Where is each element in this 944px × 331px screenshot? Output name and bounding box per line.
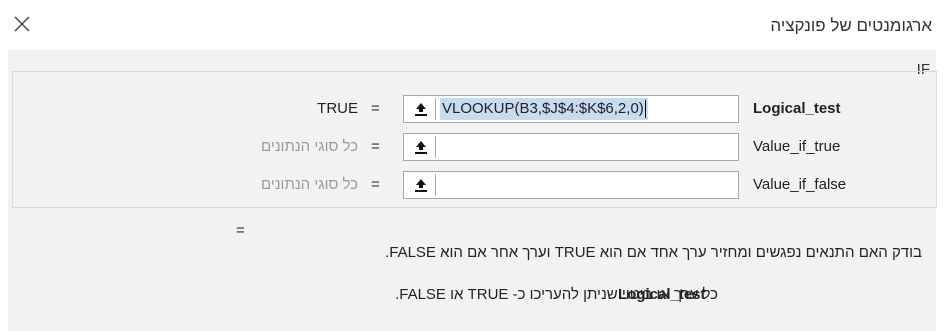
collapse-dialog-icon bbox=[414, 103, 427, 116]
argument-result: כל סוגי הנתונים bbox=[260, 138, 358, 155]
value-if-true-field[interactable] bbox=[403, 133, 739, 161]
equals-sign: = bbox=[371, 100, 380, 117]
argument-row-value-if-true: כל סוגי הנתונים = Value_if_true bbox=[13, 133, 938, 163]
logical-test-value: VLOOKUP(B3,$J$4:$K$6,2,0) bbox=[442, 100, 644, 117]
logical-test-field[interactable]: VLOOKUP(B3,$J$4:$K$6,2,0) bbox=[403, 95, 739, 123]
argument-result: TRUE bbox=[317, 100, 358, 117]
title-bar: ארגומנטים של פונקציה bbox=[0, 0, 944, 50]
formula-result: = bbox=[236, 222, 245, 239]
arguments-group: TRUE = VLOOKUP(B3,$J$4:$K$6,2,0) Logical… bbox=[12, 71, 937, 208]
function-description: בודק האם התנאים נפגשים ומחזיר ערך אחד אם… bbox=[385, 244, 922, 261]
argument-result: כל סוגי הנתונים bbox=[260, 176, 358, 193]
logical-test-input[interactable]: VLOOKUP(B3,$J$4:$K$6,2,0) bbox=[440, 98, 648, 120]
argument-name: Value_if_false bbox=[753, 176, 847, 193]
close-icon bbox=[14, 16, 30, 32]
close-button[interactable] bbox=[10, 12, 34, 36]
collapse-dialog-icon bbox=[414, 179, 427, 192]
argument-row-logical-test: TRUE = VLOOKUP(B3,$J$4:$K$6,2,0) Logical… bbox=[13, 95, 938, 125]
argument-name: Value_if_true bbox=[753, 138, 841, 155]
collapse-dialog-icon bbox=[414, 141, 427, 154]
argument-row-value-if-false: כל סוגי הנתונים = Value_if_false bbox=[13, 171, 938, 201]
collapse-dialog-button[interactable] bbox=[406, 136, 436, 158]
equals-sign: = bbox=[371, 176, 380, 193]
dialog-title: ארגומנטים של פונקציה bbox=[770, 16, 932, 35]
value-if-false-field[interactable] bbox=[403, 171, 739, 199]
text-caret bbox=[644, 100, 646, 119]
equals-sign: = bbox=[371, 138, 380, 155]
collapse-dialog-button[interactable] bbox=[406, 98, 436, 120]
function-arguments-dialog: ארגומנטים של פונקציה IF TRUE = VLOOKUP(B… bbox=[0, 0, 944, 331]
dialog-body: IF TRUE = VLOOKUP(B3,$J$4:$K$6,2,0) Logi… bbox=[8, 50, 937, 331]
collapse-dialog-button[interactable] bbox=[406, 174, 436, 196]
argument-help-description: כל ערך או ביטוי שניתן להעריכו כ- TRUE או… bbox=[395, 286, 718, 303]
argument-name: Logical_test bbox=[753, 100, 841, 117]
